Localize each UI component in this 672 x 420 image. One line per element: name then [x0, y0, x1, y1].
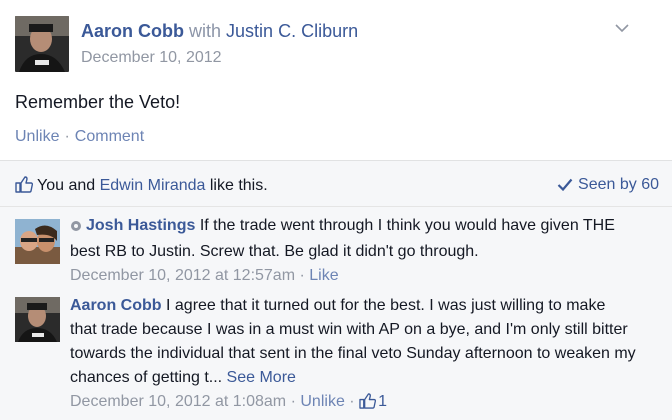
post-card: Aaron Cobb with Justin C. Cliburn Decemb… [0, 0, 672, 160]
commenter-avatar[interactable] [15, 297, 60, 342]
feedback-section: You and Edwin Miranda like this. Seen by… [0, 160, 672, 420]
comment-item: Josh Hastings If the trade went through … [0, 215, 672, 295]
comment-body: Josh Hastings If the trade went through … [70, 214, 636, 288]
post-actions: Unlike · Comment [15, 128, 144, 146]
meta-separator: · [349, 393, 355, 410]
comment-body: Aaron Cobb I agree that it turned out fo… [70, 294, 636, 414]
comment-like-button[interactable]: Like [309, 267, 338, 284]
seen-by-label: Seen by 60 [578, 176, 659, 193]
comment-timestamp[interactable]: December 10, 2012 at 12:57am [70, 267, 295, 284]
checkmark-icon [557, 178, 573, 192]
liker-link[interactable]: Edwin Miranda [100, 177, 206, 194]
meta-separator: · [290, 393, 296, 410]
likes-suffix: like this. [209, 177, 268, 194]
post-author-link[interactable]: Aaron Cobb [81, 21, 184, 41]
likes-prefix: You and [37, 177, 96, 194]
unlike-button[interactable]: Unlike [15, 128, 59, 145]
see-more-link[interactable]: See More [227, 369, 296, 386]
tagged-user-link[interactable]: Justin C. Cliburn [226, 21, 358, 41]
comment-meta: December 10, 2012 at 12:57am · Like [70, 264, 636, 288]
comment-item: Aaron Cobb I agree that it turned out fo… [0, 295, 672, 420]
comment-meta: December 10, 2012 at 1:08am · Unlike · 1 [70, 390, 636, 414]
gear-icon[interactable] [70, 216, 82, 240]
seen-by[interactable]: Seen by 60 [557, 176, 659, 194]
like-count-value: 1 [378, 393, 387, 410]
chevron-down-icon[interactable] [614, 22, 630, 34]
comment-button[interactable]: Comment [75, 128, 144, 145]
author-avatar[interactable] [15, 16, 69, 72]
comment-author-link[interactable]: Aaron Cobb [70, 297, 162, 314]
commenter-avatar[interactable] [15, 219, 60, 264]
post-message: Remember the Veto! [15, 92, 181, 112]
comment-unlike-button[interactable]: Unlike [300, 393, 344, 410]
thumbs-up-icon [15, 176, 34, 198]
post-header: Aaron Cobb with Justin C. Cliburn [81, 21, 358, 42]
comment-timestamp[interactable]: December 10, 2012 at 1:08am [70, 393, 286, 410]
comment-author-link[interactable]: Josh Hastings [86, 217, 195, 234]
action-separator: · [64, 128, 70, 145]
divider [0, 206, 672, 207]
comment-like-count[interactable]: 1 [359, 393, 387, 410]
thumbs-up-icon [359, 393, 377, 409]
with-label: with [189, 21, 222, 41]
meta-separator: · [299, 267, 305, 284]
post-date[interactable]: December 10, 2012 [81, 49, 222, 67]
likes-summary: You and Edwin Miranda like this. [15, 176, 268, 198]
